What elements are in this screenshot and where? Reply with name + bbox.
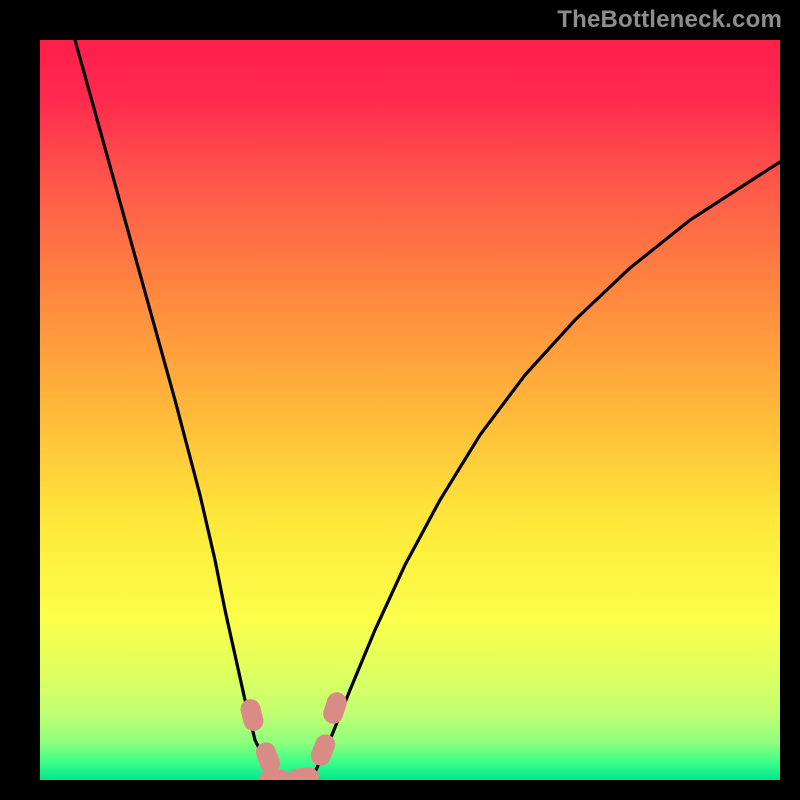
watermark-text: TheBottleneck.com <box>557 6 782 34</box>
bottleneck-curve <box>75 40 780 779</box>
curve-layer <box>40 40 780 780</box>
plot-area <box>40 40 780 780</box>
outer-frame: TheBottleneck.com <box>0 0 800 800</box>
